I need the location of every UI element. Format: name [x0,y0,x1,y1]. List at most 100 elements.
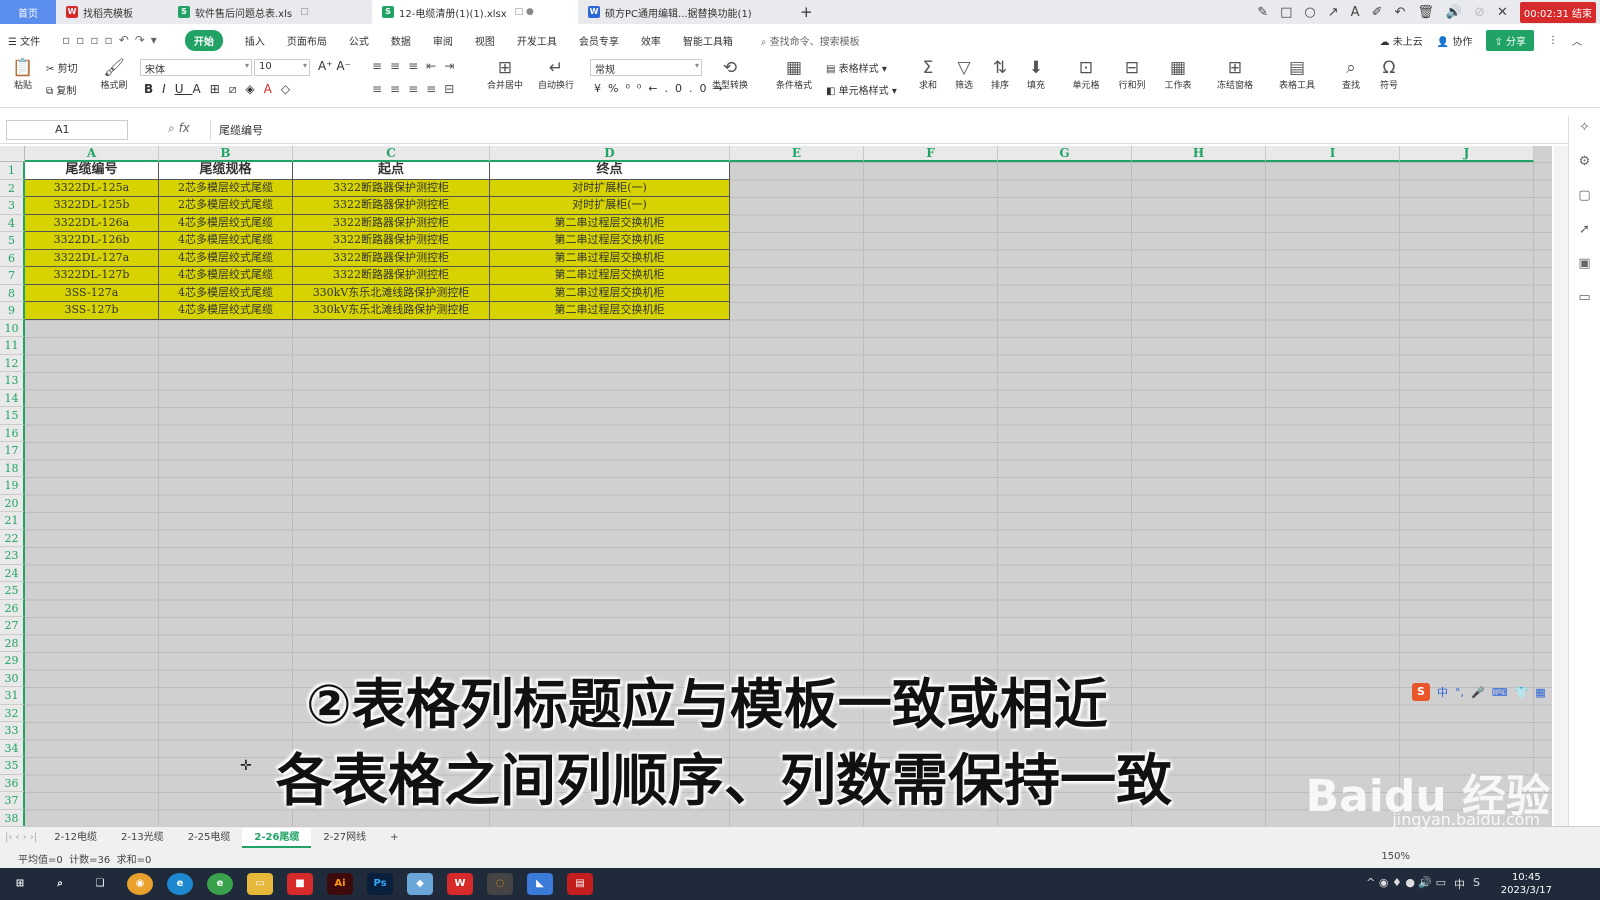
row-header[interactable]: 12 [0,354,25,372]
pdf-icon[interactable]: ▤ [567,873,593,895]
book-icon[interactable]: ▭ [1569,290,1600,320]
header-cell[interactable]: 终点 [490,162,730,180]
filter-button[interactable]: ▽ 筛选 [950,56,978,91]
circle-icon[interactable]: ○ [1304,5,1315,20]
table-cell[interactable]: 3322断路器保护测控柜 [293,197,490,215]
row-header[interactable]: 37 [0,792,25,810]
style-icon[interactable]: ✧ [1569,120,1600,150]
header-cell[interactable]: 起点 [293,162,490,180]
row-header[interactable]: 5 [0,232,25,250]
row-header[interactable]: 3 [0,197,25,215]
row-header[interactable]: 4 [0,214,25,232]
close-icon[interactable]: □ [300,7,309,17]
find-button[interactable]: ⌕ 查找 [1336,56,1366,91]
row-header[interactable]: 18 [0,459,25,477]
row-header[interactable]: 15 [0,407,25,425]
worksheet-button[interactable]: ▦ 工作表 [1158,56,1198,91]
file-menu[interactable]: ☰ 文件 [8,33,40,48]
clock[interactable]: 10:45 2023/3/17 [1501,871,1552,897]
column-header[interactable]: D [490,146,730,162]
app-icon[interactable]: ◣ [527,873,553,895]
table-cell[interactable]: 第二串过程层交换机柜 [490,232,730,250]
table-cell[interactable]: 4芯多模层绞式尾缆 [159,232,293,250]
wps-icon[interactable]: W [447,873,473,895]
recorder-icon[interactable]: ◌ [487,873,513,895]
close-icon[interactable]: □ ● [515,7,534,17]
column-header[interactable]: G [998,146,1132,162]
zoom-level[interactable]: 150% [1381,851,1410,862]
tab-home[interactable]: 首页 [0,0,56,24]
row-header[interactable]: 17 [0,442,25,460]
table-cell[interactable]: 4芯多模层绞式尾缆 [159,214,293,232]
sheet-nav-icons[interactable]: |‹ ‹ › ›| [5,832,37,843]
cloud-button[interactable]: ☁ 未上云 [1380,33,1423,48]
mic-icon[interactable]: ⊘ [1474,5,1485,20]
pen-icon[interactable]: ✎ [1257,5,1268,20]
table-cell[interactable]: 4芯多模层绞式尾缆 [159,267,293,285]
edge-icon[interactable]: e [167,873,193,895]
table-cell[interactable]: 4芯多模层绞式尾缆 [159,249,293,267]
row-header[interactable]: 7 [0,267,25,285]
sum-button[interactable]: Σ 求和 [914,56,942,91]
row-header[interactable]: 36 [0,774,25,792]
ime-toolbar[interactable]: S 中 °, 🎤 ⌨ 👕 ▦ [1412,683,1546,701]
menu-page-layout[interactable]: 页面布局 [287,33,327,48]
column-header[interactable]: C [293,146,490,162]
table-cell[interactable]: 3322DL-126a [25,214,159,232]
table-cell[interactable]: 3322DL-127b [25,267,159,285]
copy-button[interactable]: ⧉ 复制 [46,82,76,97]
more-icon[interactable]: ⋮ [1548,35,1558,46]
table-cell[interactable]: 第二串过程层交换机柜 [490,302,730,320]
layout-icon[interactable]: ▢ [1569,188,1600,218]
column-header[interactable]: B [159,146,293,162]
collapse-ribbon-icon[interactable]: ︿ [1572,33,1582,48]
font-name-select[interactable]: 宋体 [140,59,252,76]
table-tools-button[interactable]: ▤ 表格工具 [1272,56,1322,91]
format-painter-button[interactable]: 🖌 格式刷 [96,56,132,91]
tab-template[interactable]: W 找稻壳模板 [56,0,168,24]
row-header[interactable]: 16 [0,424,25,442]
chrome-icon[interactable]: ◉ [127,873,153,895]
sheet-tab[interactable]: 2-25电缆 [176,828,243,848]
row-header[interactable]: 9 [0,302,25,320]
collab-button[interactable]: 👤 协作 [1437,33,1473,48]
sheet-tab[interactable]: 2-13光缆 [109,828,176,848]
row-header[interactable]: 35 [0,757,25,775]
row-header[interactable]: 38 [0,809,25,826]
row-header[interactable]: 13 [0,372,25,390]
row-header[interactable]: 21 [0,512,25,530]
row-header[interactable]: 30 [0,669,25,687]
row-header[interactable]: 20 [0,494,25,512]
table-cell[interactable]: 3322DL-125a [25,179,159,197]
cell-style-button[interactable]: ◧ 单元格样式 ▾ [826,82,897,97]
windows-start-icon[interactable]: ⊞ [7,873,33,895]
table-cell[interactable]: 第二串过程层交换机柜 [490,249,730,267]
row-header[interactable]: 8 [0,284,25,302]
row-header[interactable]: 6 [0,249,25,267]
table-cell[interactable]: 第二串过程层交换机柜 [490,284,730,302]
menu-smart-tools[interactable]: 智能工具箱 [683,33,733,48]
table-cell[interactable]: 2芯多模层绞式尾缆 [159,197,293,215]
column-header[interactable]: J [1400,146,1534,162]
image-icon[interactable]: ▣ [1569,256,1600,286]
select-icon[interactable]: ➚ [1569,222,1600,252]
vertical-scrollbar[interactable] [1554,146,1568,826]
row-header[interactable]: 34 [0,739,25,757]
quick-access-icons[interactable]: ▫▫▫▫↶↷▾ [62,33,163,47]
menu-efficiency[interactable]: 效率 [641,33,661,48]
menu-data[interactable]: 数据 [391,33,411,48]
sheet-tab-active[interactable]: 2-26尾缆 [242,827,312,848]
new-tab-button[interactable]: + [790,0,820,24]
name-box[interactable]: A1 [6,120,128,140]
row-header[interactable]: 1 [0,162,25,180]
table-style-button[interactable]: ▤ 表格样式 ▾ [826,60,887,75]
table-cell[interactable]: 3322DL-126b [25,232,159,250]
row-header[interactable]: 2 [0,179,25,197]
add-sheet-button[interactable]: + [378,828,410,848]
menu-review[interactable]: 审阅 [433,33,453,48]
share-button[interactable]: ⇪ 分享 [1486,29,1534,51]
speaker-icon[interactable]: 🔊 [1446,5,1462,20]
row-header[interactable]: 14 [0,389,25,407]
table-cell[interactable]: 第二串过程层交换机柜 [490,214,730,232]
column-header[interactable]: E [730,146,864,162]
